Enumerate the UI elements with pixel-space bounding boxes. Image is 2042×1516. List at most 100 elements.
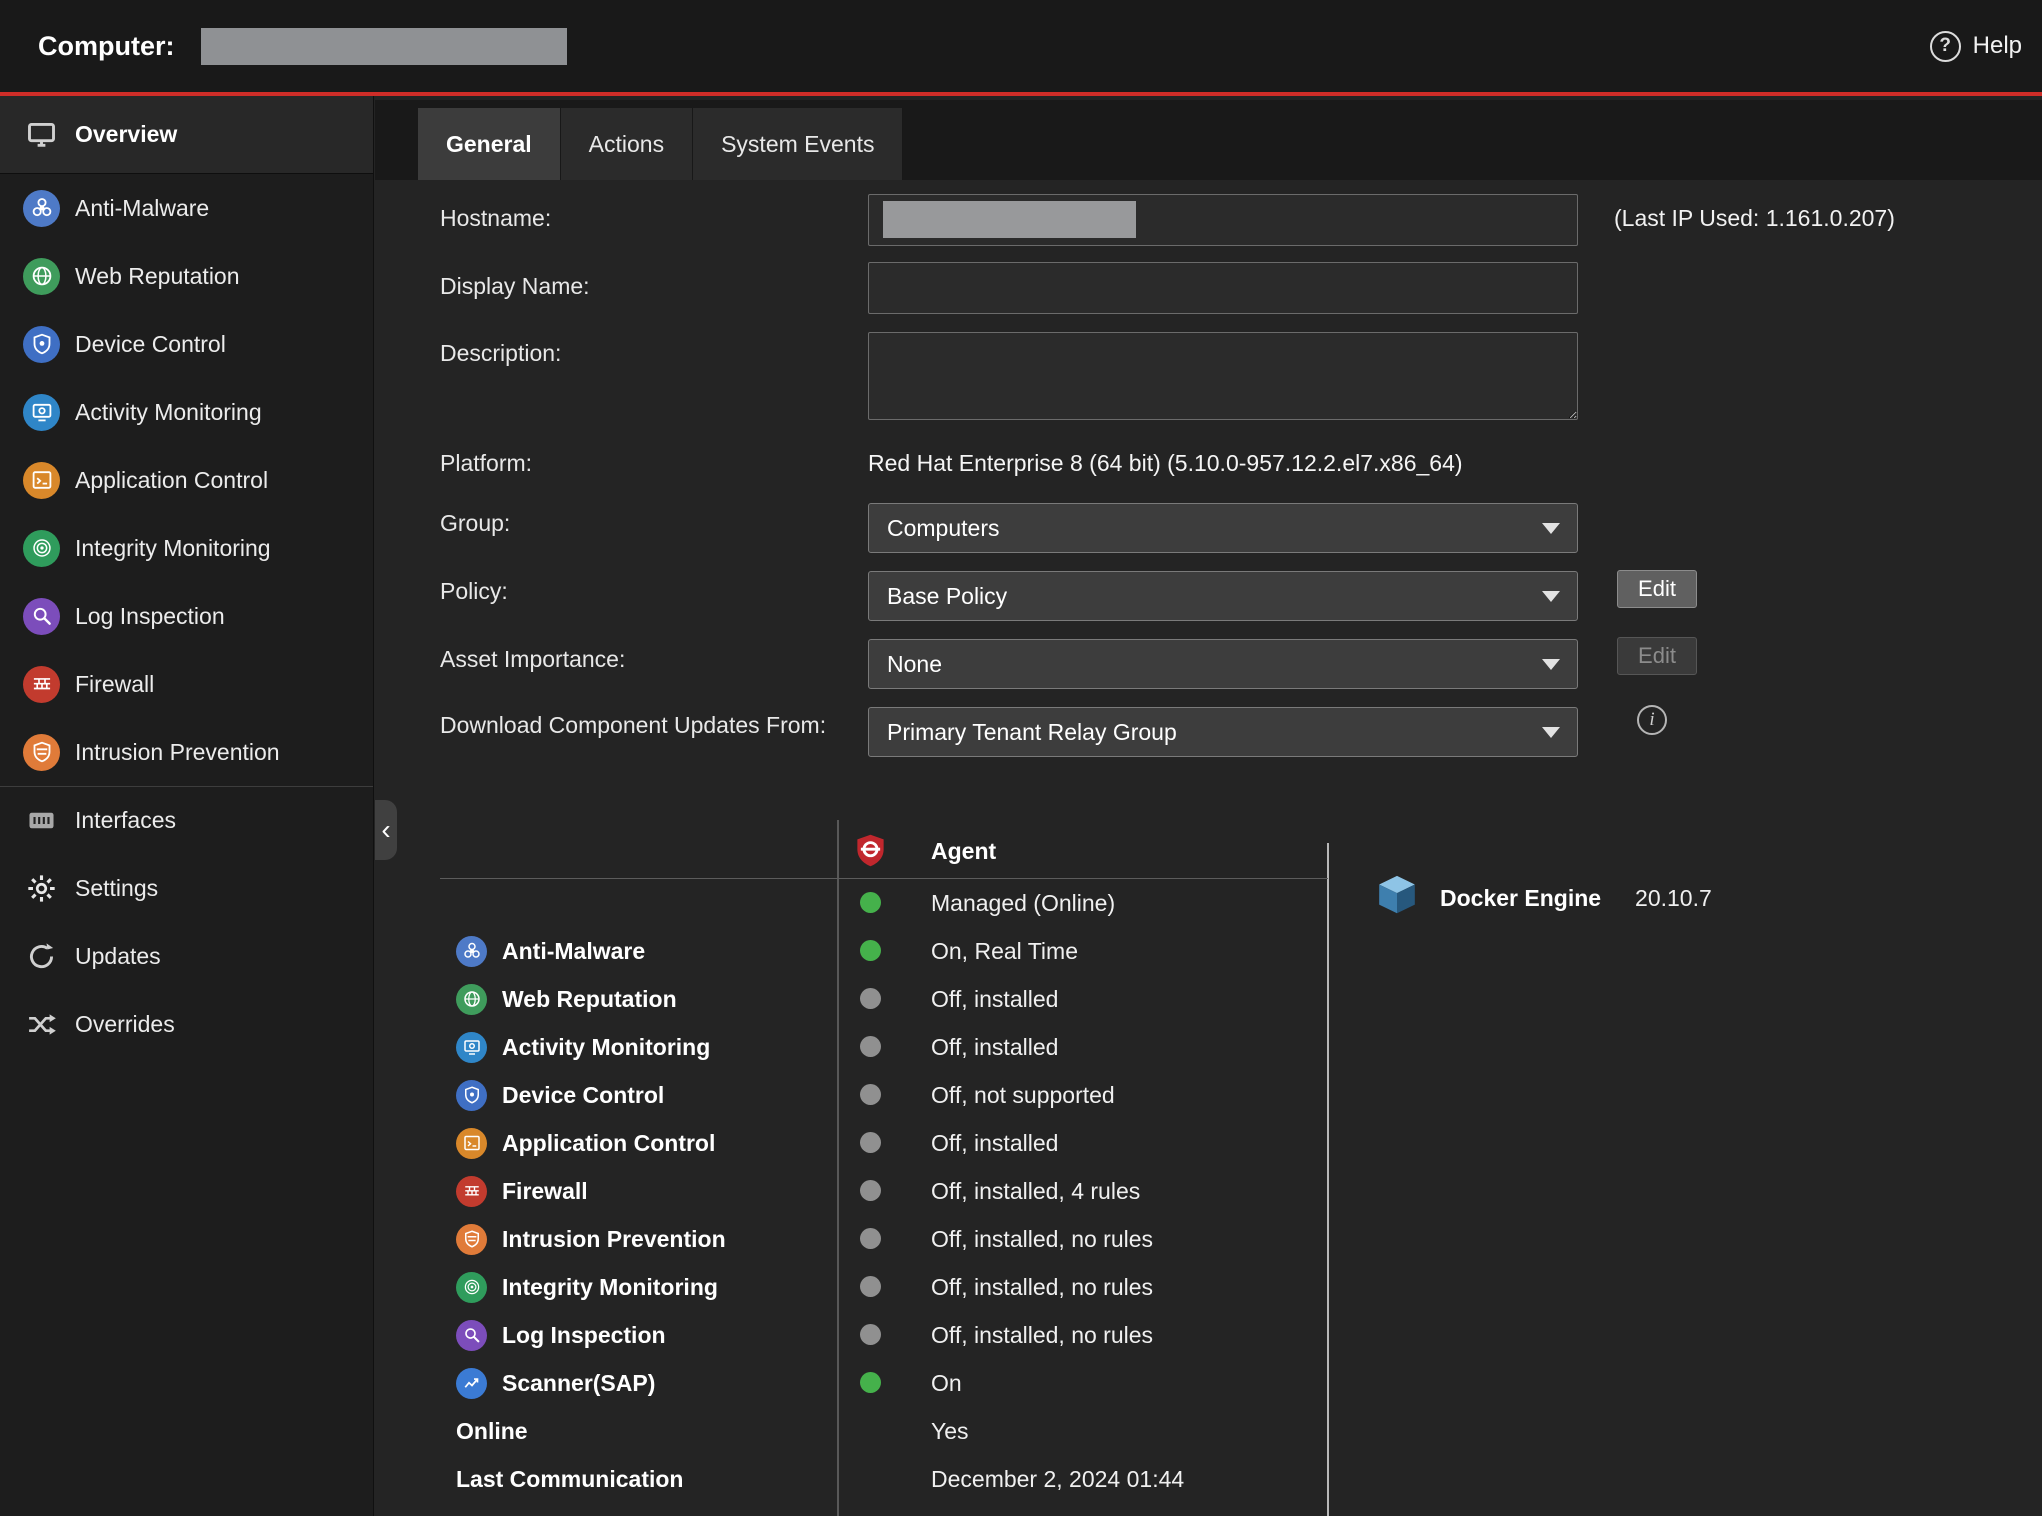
status-row-label: Web Reputation <box>502 986 677 1013</box>
status-row-integrity-monitoring: Integrity Monitoring Off, installed, no r… <box>440 1263 1328 1311</box>
status-row-firewall: FirewallOff, installed, 4 rules <box>440 1167 1328 1215</box>
status-dot-green <box>860 1372 881 1393</box>
status-dot-gray <box>860 988 881 1009</box>
activity-monitoring-icon <box>23 394 60 431</box>
sidebar-item-overview[interactable]: Overview <box>0 96 373 174</box>
sidebar-item-label: Interfaces <box>75 807 176 834</box>
status-row-web-reputation: Web Reputation Off, installed <box>440 975 1328 1023</box>
status-dot-gray <box>860 1180 881 1201</box>
status-row-left: Scanner(SAP) <box>456 1359 655 1407</box>
sidebar-item-label: Settings <box>75 875 158 902</box>
status-row-left: Activity Monitoring <box>456 1023 710 1071</box>
agent-shield-icon <box>853 833 888 868</box>
status-dot-gray <box>860 1084 881 1105</box>
docker-engine-version: 20.10.7 <box>1635 885 1712 912</box>
help-icon: ? <box>1930 31 1961 62</box>
sidebar-item-web-reputation[interactable]: Web Reputation <box>0 242 373 310</box>
policy-label: Policy: <box>440 576 840 606</box>
integrity-monitoring-icon <box>23 530 60 567</box>
help-button[interactable]: ? Help <box>1930 0 2022 92</box>
scanner-sap-icon <box>456 1368 487 1399</box>
status-value: Off, not supported <box>931 1071 1115 1119</box>
tab-system-events[interactable]: System Events <box>693 108 903 180</box>
sidebar-item-label: Intrusion Prevention <box>75 739 280 766</box>
status-row-left: Last Communication <box>456 1455 683 1503</box>
agent-column-header: Agent <box>931 823 996 879</box>
status-row-log-inspection: Log Inspection Off, installed, no rules <box>440 1311 1328 1359</box>
status-row-label: Integrity Monitoring <box>502 1274 718 1301</box>
sidebar-item-application-control[interactable]: Application Control <box>0 446 373 514</box>
description-input[interactable] <box>868 332 1578 420</box>
status-row-application-control: Application ControlOff, installed <box>440 1119 1328 1167</box>
status-row-label: Firewall <box>502 1178 588 1205</box>
download-updates-select-value: Primary Tenant Relay Group <box>887 719 1177 746</box>
status-dot-gray <box>860 1276 881 1297</box>
download-updates-select[interactable]: Primary Tenant Relay Group <box>868 707 1578 757</box>
device-control-icon <box>23 326 60 363</box>
status-dot-green <box>860 940 881 961</box>
tab-bar: GeneralActionsSystem Events <box>375 100 2042 180</box>
sidebar-item-integrity-monitoring[interactable]: Integrity Monitoring <box>0 514 373 582</box>
overview-icon <box>23 116 60 153</box>
description-label: Description: <box>440 338 840 368</box>
device-control-icon <box>456 1080 487 1111</box>
sidebar-item-firewall[interactable]: Firewall <box>0 650 373 718</box>
hostname-label: Hostname: <box>440 203 840 233</box>
status-row-label: Anti-Malware <box>502 938 645 965</box>
hostname-redacted <box>883 201 1136 238</box>
sidebar-item-label: Log Inspection <box>75 603 225 630</box>
sidebar-item-label: Integrity Monitoring <box>75 535 271 562</box>
settings-icon <box>23 870 60 907</box>
sidebar-item-label: Application Control <box>75 467 268 494</box>
chevron-down-icon <box>1542 727 1560 738</box>
platform-label: Platform: <box>440 448 840 478</box>
sidebar-item-settings[interactable]: Settings <box>0 854 373 922</box>
status-dot-green <box>860 892 881 913</box>
tab-actions[interactable]: Actions <box>561 108 693 180</box>
interfaces-icon <box>23 802 60 839</box>
download-updates-label: Download Component Updates From: <box>440 703 840 747</box>
group-select-value: Computers <box>887 515 999 542</box>
status-value: Off, installed <box>931 1119 1058 1167</box>
sidebar-item-updates[interactable]: Updates <box>0 922 373 990</box>
policy-edit-button[interactable]: Edit <box>1617 570 1697 608</box>
status-value: Managed (Online) <box>931 879 1115 927</box>
policy-select[interactable]: Base Policy <box>868 571 1578 621</box>
status-dot-gray <box>860 1228 881 1249</box>
status-value: Off, installed, no rules <box>931 1311 1153 1359</box>
application-control-icon <box>23 462 60 499</box>
status-row-label: Activity Monitoring <box>502 1034 710 1061</box>
group-select[interactable]: Computers <box>868 503 1578 553</box>
info-icon[interactable]: i <box>1637 705 1667 735</box>
status-row-device-control: Device Control Off, not supported <box>440 1071 1328 1119</box>
sidebar-item-intrusion-prevention[interactable]: Intrusion Prevention <box>0 718 373 786</box>
sidebar-item-interfaces[interactable]: Interfaces <box>0 786 373 854</box>
status-value: Off, installed <box>931 975 1058 1023</box>
display-name-input[interactable] <box>868 262 1578 314</box>
status-row-label: Device Control <box>502 1082 664 1109</box>
tab-general[interactable]: General <box>418 108 561 180</box>
asset-importance-select[interactable]: None <box>868 639 1578 689</box>
sidebar-item-device-control[interactable]: Device Control <box>0 310 373 378</box>
sidebar-item-overrides[interactable]: Overrides <box>0 990 373 1058</box>
sidebar-collapse-handle[interactable]: ‹ <box>375 800 397 860</box>
status-value: On, Real Time <box>931 927 1078 975</box>
docker-icon <box>1374 873 1420 924</box>
docker-engine-row: Docker Engine 20.10.7 <box>1374 870 1712 926</box>
sidebar-item-log-inspection[interactable]: Log Inspection <box>0 582 373 650</box>
status-row-left: Intrusion Prevention <box>456 1215 726 1263</box>
sidebar-item-label: Anti-Malware <box>75 195 209 222</box>
status-row-activity-monitoring: Activity MonitoringOff, installed <box>440 1023 1328 1071</box>
intrusion-prevention-icon <box>456 1224 487 1255</box>
status-row-left: Log Inspection <box>456 1311 666 1359</box>
anti-malware-icon <box>23 190 60 227</box>
sidebar-item-anti-malware[interactable]: Anti-Malware <box>0 174 373 242</box>
status-row-label: Intrusion Prevention <box>502 1226 726 1253</box>
overrides-icon <box>23 1006 60 1043</box>
sidebar-item-activity-monitoring[interactable]: Activity Monitoring <box>0 378 373 446</box>
status-row-scanner-sap: Scanner(SAP)On <box>440 1359 1328 1407</box>
sidebar-item-label: Web Reputation <box>75 263 240 290</box>
docker-engine-name: Docker Engine <box>1440 885 1601 912</box>
status-value: Off, installed, no rules <box>931 1263 1153 1311</box>
asset-edit-button[interactable]: Edit <box>1617 637 1697 675</box>
